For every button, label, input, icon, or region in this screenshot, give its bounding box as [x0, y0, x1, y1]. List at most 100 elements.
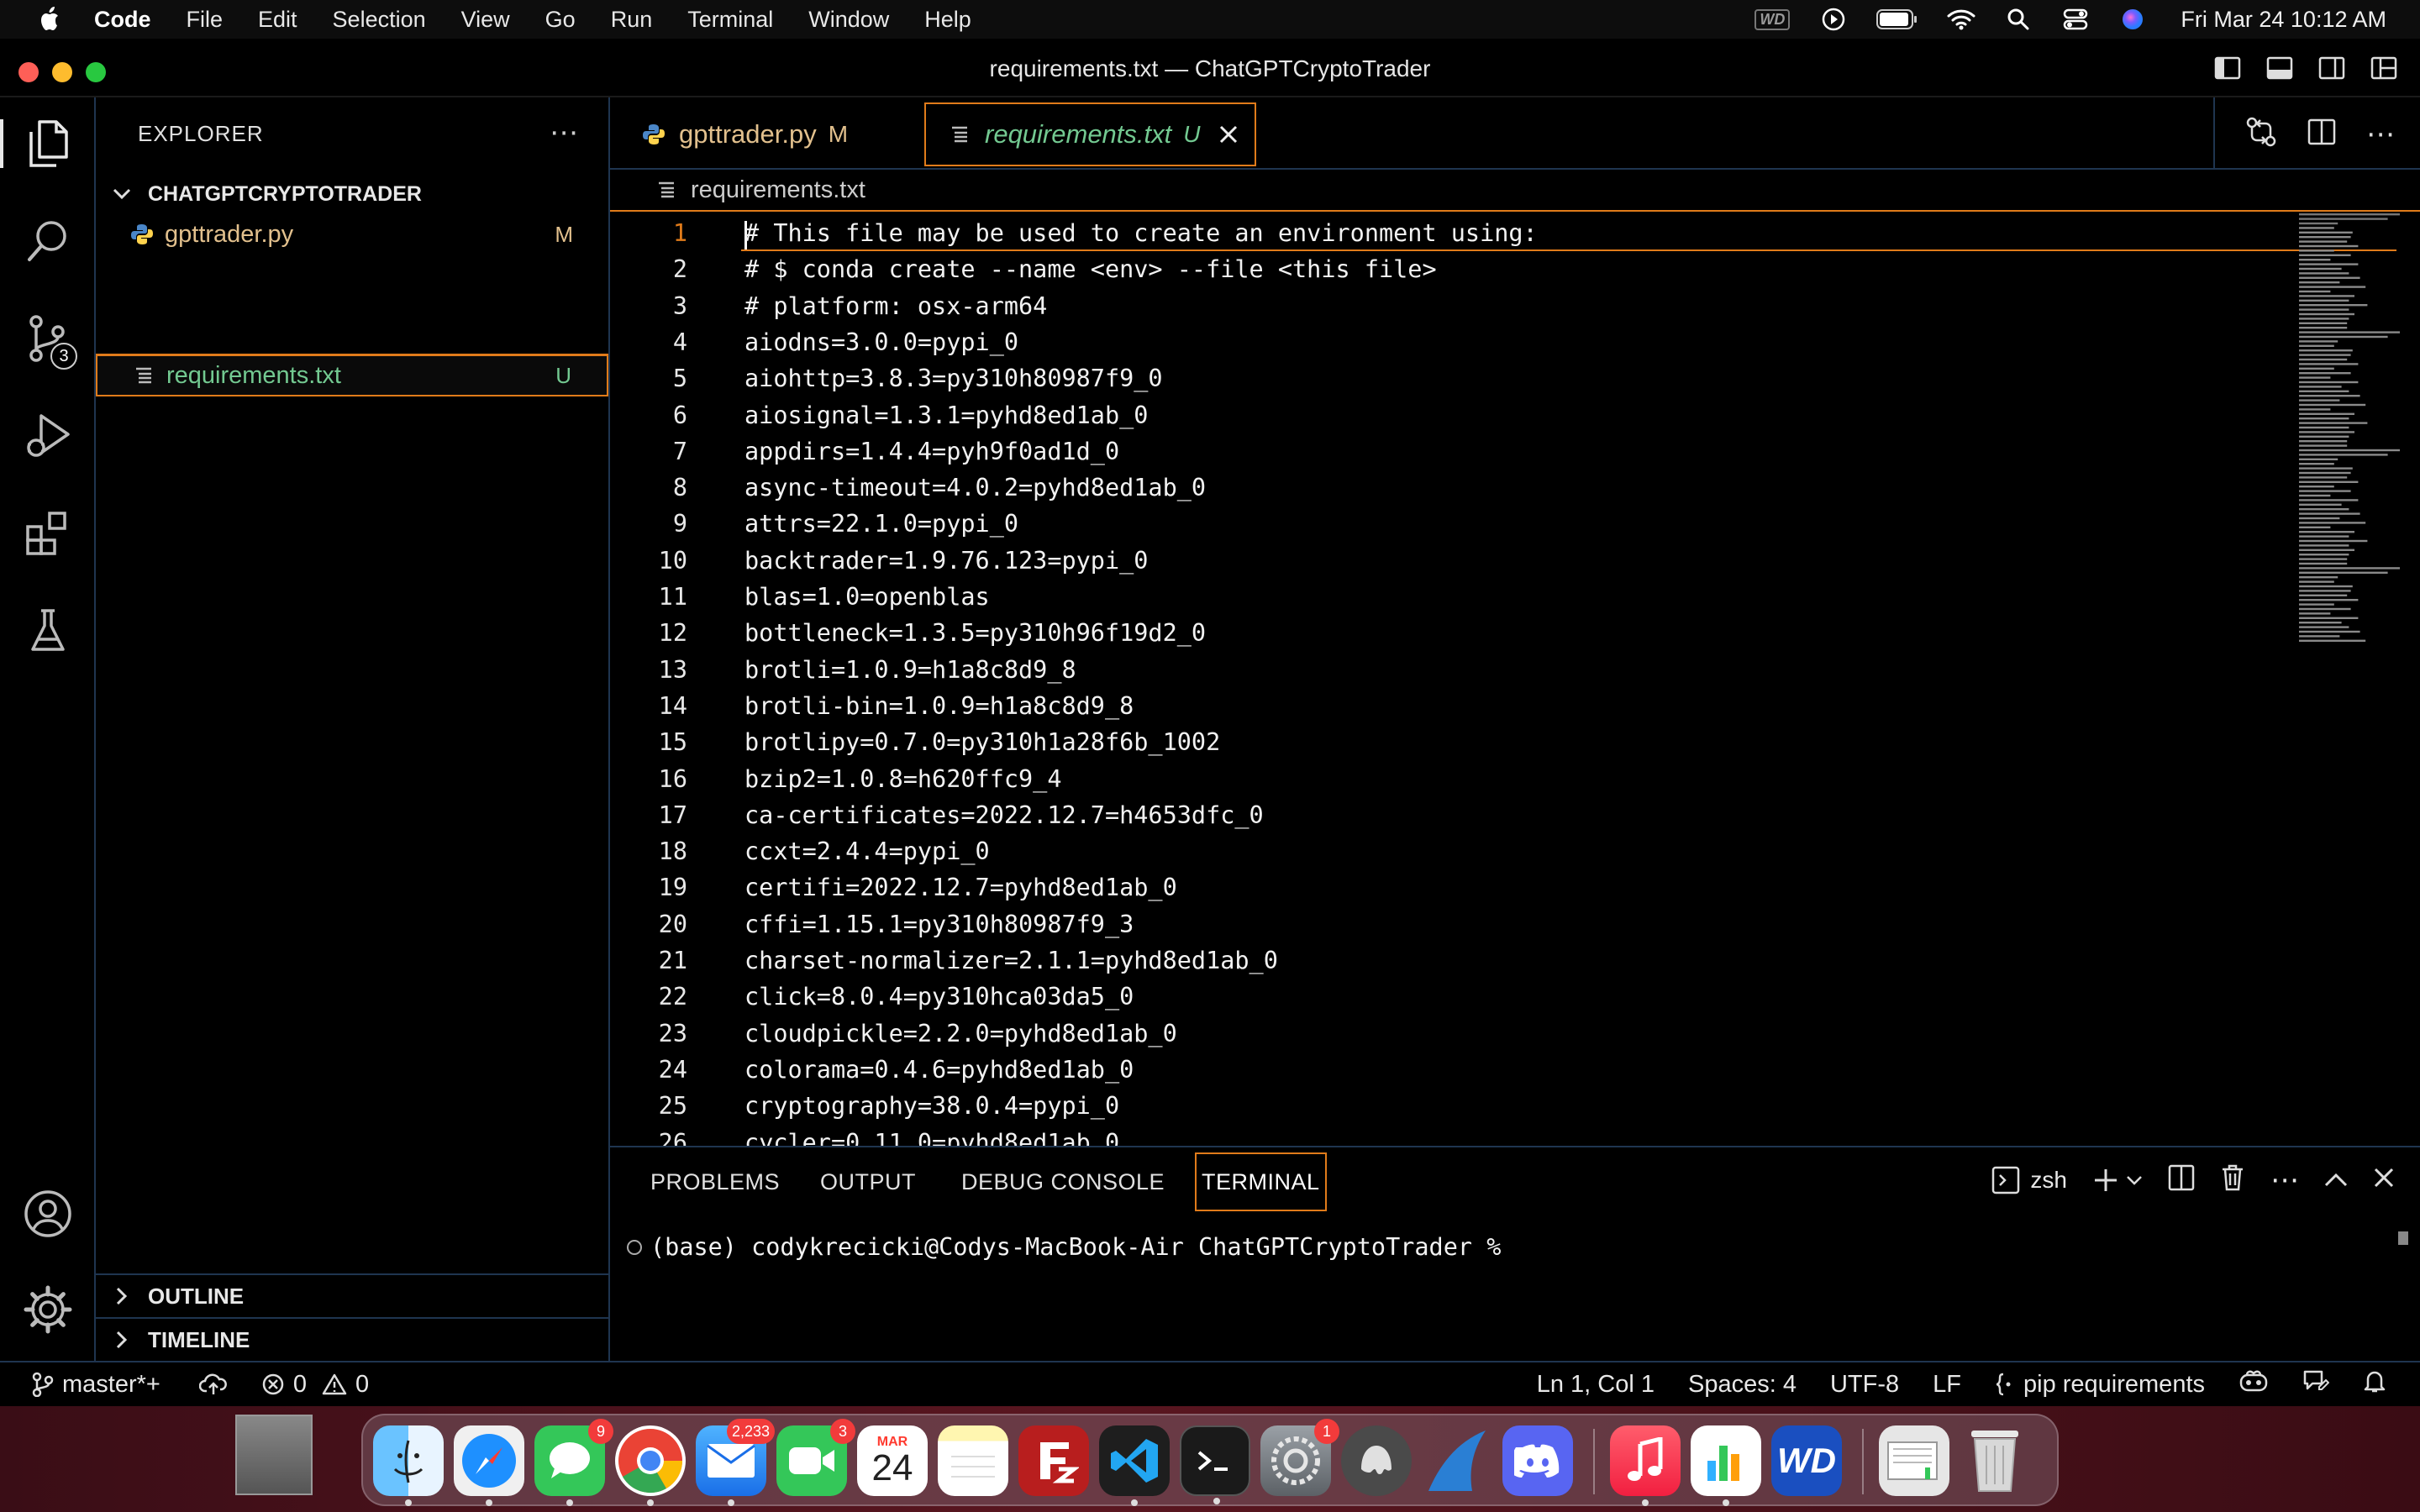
dock-wd-icon[interactable]: WD	[1771, 1425, 1842, 1496]
wd-drive-icon[interactable]: WD	[1754, 8, 1791, 31]
menu-selection[interactable]: Selection	[333, 7, 426, 33]
dock-music-icon[interactable]	[1610, 1425, 1681, 1506]
branch-status[interactable]: master*+	[32, 1371, 160, 1399]
maximize-panel-chevron-up-icon[interactable]	[2324, 1167, 2348, 1194]
code-line[interactable]: 25 cryptography=38.0.4=pypi_0	[610, 1088, 1119, 1124]
tab-requirements[interactable]: requirements.txt U	[924, 102, 1256, 166]
code-line[interactable]: 13 brotli=1.0.9=h1a8c8d9_8	[610, 652, 1076, 688]
code-line[interactable]: 8 async-timeout=4.0.2=pyhd8ed1ab_0	[610, 470, 1206, 506]
menu-file[interactable]: File	[187, 7, 224, 33]
search-icon[interactable]	[20, 213, 76, 269]
split-terminal-icon[interactable]	[2168, 1164, 2195, 1197]
menu-run[interactable]: Run	[611, 7, 653, 33]
tab-problems[interactable]: PROBLEMS	[650, 1152, 780, 1211]
timeline-section[interactable]: TIMELINE	[96, 1317, 608, 1361]
close-panel-icon[interactable]	[2373, 1167, 2395, 1194]
dock-numbers-icon[interactable]	[1691, 1425, 1761, 1506]
cursor-position[interactable]: Ln 1, Col 1	[1537, 1371, 1655, 1399]
dock-vscode-icon[interactable]	[1099, 1425, 1170, 1506]
dock-wireshark-icon[interactable]	[1422, 1425, 1492, 1496]
menu-edit[interactable]: Edit	[258, 7, 297, 33]
menu-terminal[interactable]: Terminal	[687, 7, 773, 33]
dock-system-settings-icon[interactable]: 1	[1260, 1419, 1339, 1496]
language-mode[interactable]: pip requirements	[1995, 1371, 2205, 1399]
accounts-icon[interactable]	[20, 1186, 76, 1242]
code-line[interactable]: 3 # platform: osx-arm64	[610, 288, 1048, 324]
indentation-status[interactable]: Spaces: 4	[1688, 1371, 1797, 1399]
tab-terminal[interactable]: TERMINAL	[1195, 1152, 1327, 1211]
file-item-requirements-selected[interactable]: requirements.txt U	[96, 354, 608, 396]
eol-status[interactable]: LF	[1933, 1371, 1961, 1399]
explorer-icon[interactable]	[0, 116, 76, 171]
code-line[interactable]: 6 aiosignal=1.3.1=pyhd8ed1ab_0	[610, 397, 1149, 433]
code-line[interactable]: 11 blas=1.0=openblas	[610, 579, 990, 615]
run-debug-icon[interactable]	[20, 408, 76, 464]
wifi-icon[interactable]	[1947, 8, 1975, 31]
code-line[interactable]: 23 cloudpickle=2.2.0=pyhd8ed1ab_0	[610, 1016, 1177, 1052]
code-line[interactable]: 1 # This file may be used to create an en…	[610, 215, 2396, 251]
file-item-gpttrader[interactable]: gpttrader.py M	[96, 213, 608, 255]
split-editor-icon[interactable]	[2307, 118, 2336, 150]
code-line[interactable]: 18 ccxt=2.4.4=pypi_0	[610, 833, 990, 869]
code-line[interactable]: 20 cffi=1.15.1=py310h80987f9_3	[610, 906, 1134, 942]
notifications-bell-icon[interactable]	[2363, 1368, 2386, 1400]
dock-calendar-icon[interactable]: MAR 24	[857, 1425, 928, 1496]
dock-messages-icon[interactable]: 9	[534, 1419, 613, 1506]
dock-trash-icon[interactable]	[1960, 1425, 2030, 1496]
menu-view[interactable]: View	[461, 7, 510, 33]
new-terminal-plus-icon[interactable]	[2092, 1167, 2143, 1194]
menu-help[interactable]: Help	[924, 7, 971, 33]
tab-gpttrader[interactable]: gpttrader.py M	[640, 102, 848, 166]
code-line[interactable]: 10 backtrader=1.9.76.123=pypi_0	[610, 543, 1149, 579]
code-line[interactable]: 5 aiohttp=3.8.3=py310h80987f9_0	[610, 360, 1163, 396]
terminal-shell-selector[interactable]: zsh	[1991, 1166, 2067, 1194]
open-changes-icon[interactable]	[2245, 116, 2277, 152]
close-tab-icon[interactable]	[1216, 124, 1241, 144]
siri-icon[interactable]	[2118, 8, 2147, 31]
copilot-icon[interactable]	[2238, 1368, 2269, 1400]
problems-status[interactable]: 0 0	[261, 1371, 369, 1399]
play-icon[interactable]	[1819, 8, 1848, 31]
code-line[interactable]: 14 brotli-bin=1.0.9=h1a8c8d9_8	[610, 688, 1134, 724]
code-line[interactable]: 2 # $ conda create --name <env> --file <t…	[610, 251, 1437, 287]
dock-terminal-icon[interactable]	[1180, 1425, 1250, 1504]
toggle-secondary-sidebar-icon[interactable]	[2317, 54, 2346, 82]
code-line[interactable]: 21 charset-normalizer=2.1.1=pyhd8ed1ab_0	[610, 942, 1278, 979]
apple-menu-icon[interactable]	[35, 4, 66, 34]
terminal-line[interactable]: (base) codykrecicki@Codys-MacBook-Air Ch…	[627, 1233, 1516, 1261]
code-line[interactable]: 24 colorama=0.4.6=pyhd8ed1ab_0	[610, 1052, 1134, 1088]
menu-code[interactable]: Code	[94, 7, 151, 33]
breadcrumb-file[interactable]: requirements.txt	[691, 176, 865, 204]
tab-debug-console[interactable]: DEBUG CONSOLE	[961, 1152, 1165, 1211]
outline-section[interactable]: OUTLINE	[96, 1273, 608, 1317]
dock-finder-icon[interactable]	[373, 1425, 444, 1506]
code-line[interactable]: 7 appdirs=1.4.4=pyh9f0ad1d_0	[610, 433, 1119, 470]
dock-chrome-icon[interactable]	[615, 1425, 686, 1506]
code-line[interactable]: 16 bzip2=1.0.8=h620ffc9_4	[610, 761, 1062, 797]
code-line[interactable]: 26 cycler=0.11.0=pyhd8ed1ab_0	[610, 1125, 1119, 1147]
menu-clock[interactable]: Fri Mar 24 10:12 AM	[2181, 7, 2386, 33]
source-control-icon[interactable]: 3	[20, 311, 77, 370]
menu-window[interactable]: Window	[808, 7, 889, 33]
minimap[interactable]	[2296, 212, 2410, 665]
toggle-primary-sidebar-icon[interactable]	[2213, 54, 2242, 82]
code-line[interactable]: 19 certifi=2022.12.7=pyhd8ed1ab_0	[610, 869, 1177, 906]
manage-gear-icon[interactable]	[20, 1282, 76, 1337]
code-line[interactable]: 12 bottleneck=1.3.5=py310h96f19d2_0	[610, 615, 1206, 651]
terminal-scrollbar[interactable]	[2398, 1231, 2408, 1245]
dock-tableplus-icon[interactable]	[1341, 1425, 1412, 1496]
workspace-folder[interactable]: CHATGPTCRYPTOTRADER	[108, 176, 422, 212]
dock-filezilla-icon[interactable]	[1018, 1425, 1089, 1496]
panel-more-actions-icon[interactable]: ⋯	[2270, 1166, 2299, 1194]
battery-icon[interactable]	[1876, 8, 1918, 31]
dock-notes-icon[interactable]	[938, 1425, 1008, 1496]
tab-output[interactable]: OUTPUT	[820, 1152, 916, 1211]
toggle-panel-icon[interactable]	[2265, 54, 2294, 82]
code-line[interactable]: 15 brotlipy=0.7.0=py310h1a28f6b_1002	[610, 724, 1221, 760]
encoding-status[interactable]: UTF-8	[1830, 1371, 1899, 1399]
control-center-icon[interactable]	[2061, 8, 2090, 31]
menu-go[interactable]: Go	[545, 7, 576, 33]
kill-terminal-trash-icon[interactable]	[2220, 1163, 2245, 1198]
dock-downloads-stack-icon[interactable]	[1879, 1425, 1949, 1496]
dock-facetime-icon[interactable]: 3	[776, 1419, 855, 1496]
